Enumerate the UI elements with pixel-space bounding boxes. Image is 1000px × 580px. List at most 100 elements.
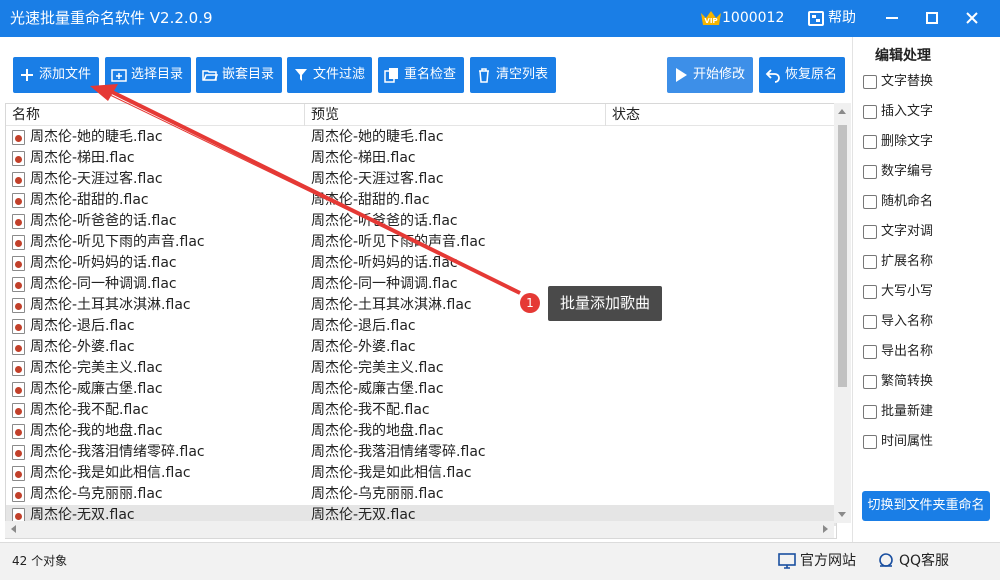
edit-item-11[interactable]: 繁简转换 bbox=[863, 371, 933, 393]
scroll-right-icon[interactable] bbox=[823, 525, 828, 533]
audio-file-icon bbox=[12, 256, 25, 271]
file-name-cell: 周杰伦-甜甜的.flac bbox=[30, 192, 149, 208]
clear-list-label: 清空列表 bbox=[496, 67, 549, 82]
audio-file-icon bbox=[12, 277, 25, 292]
table-row[interactable]: 周杰伦-完美主义.flac 周杰伦-完美主义.flac bbox=[6, 358, 836, 379]
rename-check-button[interactable]: 重名检查 bbox=[378, 57, 464, 93]
edit-item-5[interactable]: 随机命名 bbox=[863, 191, 933, 213]
file-table[interactable]: 名称 预览 状态 周杰伦-她的睫毛.flac 周杰伦-她的睫毛.flac 周杰伦-梯… bbox=[5, 103, 837, 539]
horizontal-scrollbar[interactable] bbox=[5, 521, 834, 538]
scroll-thumb[interactable] bbox=[838, 125, 847, 387]
file-filter-button[interactable]: 文件过滤 bbox=[287, 57, 372, 93]
insert-text-icon bbox=[863, 105, 877, 119]
edit-item-10[interactable]: 导出名称 bbox=[863, 341, 933, 363]
table-row[interactable]: 周杰伦-听爸爸的话.flac 周杰伦-听爸爸的话.flac bbox=[6, 211, 836, 232]
file-name-cell: 周杰伦-天涯过客.flac bbox=[30, 171, 163, 187]
edit-item-label: 大写小写 bbox=[881, 284, 934, 299]
maximize-icon bbox=[926, 12, 938, 24]
maximize-button[interactable] bbox=[912, 0, 952, 37]
scroll-down-icon[interactable] bbox=[838, 512, 846, 517]
user-id[interactable]: 1000012 bbox=[722, 0, 784, 37]
file-name-cell: 周杰伦-听妈妈的话.flac bbox=[30, 255, 177, 271]
file-name-cell: 周杰伦-外婆.flac bbox=[30, 339, 135, 355]
preview-cell: 周杰伦-听爸爸的话.flac bbox=[311, 213, 458, 229]
table-row[interactable]: 周杰伦-我是如此相信.flac 周杰伦-我是如此相信.flac bbox=[6, 463, 836, 484]
batch-create-icon bbox=[863, 405, 877, 419]
table-row[interactable]: 周杰伦-外婆.flac 周杰伦-外婆.flac bbox=[6, 337, 836, 358]
edit-item-label: 插入文字 bbox=[881, 104, 934, 119]
edit-item-7[interactable]: 扩展名称 bbox=[863, 251, 933, 273]
column-status[interactable]: 状态 bbox=[606, 104, 640, 126]
table-row[interactable]: 周杰伦-土耳其冰淇淋.flac 周杰伦-土耳其冰淇淋.flac bbox=[6, 295, 836, 316]
clear-list-button[interactable]: 清空列表 bbox=[470, 57, 556, 93]
preview-cell: 周杰伦-梯田.flac bbox=[311, 150, 416, 166]
table-row[interactable]: 周杰伦-同一种调调.flac 周杰伦-同一种调调.flac bbox=[6, 274, 836, 295]
edit-panel: 编辑处理 文字替换 插入文字 删除文字 数字编号 随机命名 文字对调 扩展名称 大写小写 导入名… bbox=[852, 37, 1000, 542]
close-icon bbox=[966, 12, 978, 24]
svg-text:VIP: VIP bbox=[704, 17, 717, 25]
table-row[interactable]: 周杰伦-她的睫毛.flac 周杰伦-她的睫毛.flac bbox=[6, 127, 836, 148]
switch-folder-rename-button[interactable]: 切换到文件夹重命名 bbox=[862, 491, 990, 521]
object-count: 42 个对象 bbox=[12, 554, 68, 568]
annotation-badge: 1 bbox=[520, 293, 540, 313]
edit-item-label: 导出名称 bbox=[881, 344, 934, 359]
table-row[interactable]: 周杰伦-我不配.flac 周杰伦-我不配.flac bbox=[6, 400, 836, 421]
monitor-icon bbox=[778, 553, 796, 569]
start-modify-button[interactable]: 开始修改 bbox=[667, 57, 753, 93]
edit-item-12[interactable]: 批量新建 bbox=[863, 401, 933, 423]
edit-item-13[interactable]: 时间属性 bbox=[863, 431, 933, 453]
column-name[interactable]: 名称 bbox=[6, 104, 40, 126]
edit-item-label: 文字替换 bbox=[881, 74, 934, 89]
add-file-button[interactable]: 添加文件 bbox=[13, 57, 99, 93]
file-name-cell: 周杰伦-她的睫毛.flac bbox=[30, 129, 163, 145]
table-row[interactable]: 周杰伦-听见下雨的声音.flac 周杰伦-听见下雨的声音.flac bbox=[6, 232, 836, 253]
column-preview[interactable]: 预览 bbox=[305, 104, 339, 126]
file-name-cell: 周杰伦-我不配.flac bbox=[30, 402, 149, 418]
replace-icon bbox=[863, 75, 877, 89]
swap-icon bbox=[863, 225, 877, 239]
file-name-cell: 周杰伦-听见下雨的声音.flac bbox=[30, 234, 205, 250]
case-icon bbox=[863, 285, 877, 299]
audio-file-icon bbox=[12, 361, 25, 376]
edit-item-label: 时间属性 bbox=[881, 434, 934, 449]
table-row[interactable]: 周杰伦-我的地盘.flac 周杰伦-我的地盘.flac bbox=[6, 421, 836, 442]
app-title: 光速批量重命名软件 V2.2.0.9 bbox=[10, 9, 213, 27]
nested-dir-button[interactable]: 嵌套目录 bbox=[196, 57, 282, 93]
import-icon bbox=[863, 315, 877, 329]
official-site-link[interactable]: 官方网站 bbox=[778, 543, 856, 579]
edit-item-4[interactable]: 数字编号 bbox=[863, 161, 933, 183]
restore-name-button[interactable]: 恢复原名 bbox=[759, 57, 845, 93]
select-dir-button[interactable]: 选择目录 bbox=[105, 57, 191, 93]
table-row[interactable]: 周杰伦-乌克丽丽.flac 周杰伦-乌克丽丽.flac bbox=[6, 484, 836, 505]
table-row[interactable]: 周杰伦-天涯过客.flac 周杰伦-天涯过客.flac bbox=[6, 169, 836, 190]
close-button[interactable] bbox=[952, 0, 992, 37]
preview-cell: 周杰伦-我落泪情绪零碎.flac bbox=[311, 444, 486, 460]
edit-item-2[interactable]: 插入文字 bbox=[863, 101, 933, 123]
edit-item-8[interactable]: 大写小写 bbox=[863, 281, 933, 303]
scroll-left-icon[interactable] bbox=[11, 525, 16, 533]
table-row[interactable]: 周杰伦-梯田.flac 周杰伦-梯田.flac bbox=[6, 148, 836, 169]
table-row[interactable]: 周杰伦-听妈妈的话.flac 周杰伦-听妈妈的话.flac bbox=[6, 253, 836, 274]
minimize-button[interactable] bbox=[872, 0, 912, 37]
start-modify-label: 开始修改 bbox=[693, 67, 746, 82]
audio-file-icon bbox=[12, 298, 25, 313]
qq-service-label: QQ客服 bbox=[899, 553, 950, 569]
audio-file-icon bbox=[12, 193, 25, 208]
help-icon[interactable] bbox=[808, 11, 824, 26]
vertical-scrollbar[interactable] bbox=[834, 103, 851, 523]
edit-item-1[interactable]: 文字替换 bbox=[863, 71, 933, 93]
edit-item-6[interactable]: 文字对调 bbox=[863, 221, 933, 243]
preview-cell: 周杰伦-完美主义.flac bbox=[311, 360, 444, 376]
edit-item-9[interactable]: 导入名称 bbox=[863, 311, 933, 333]
edit-item-label: 批量新建 bbox=[881, 404, 934, 419]
table-row[interactable]: 周杰伦-威廉古堡.flac 周杰伦-威廉古堡.flac bbox=[6, 379, 836, 400]
preview-cell: 周杰伦-听见下雨的声音.flac bbox=[311, 234, 486, 250]
help-button[interactable]: 帮助 bbox=[828, 0, 856, 37]
table-row[interactable]: 周杰伦-退后.flac 周杰伦-退后.flac bbox=[6, 316, 836, 337]
qq-service-link[interactable]: QQ客服 bbox=[877, 543, 949, 579]
edit-item-3[interactable]: 删除文字 bbox=[863, 131, 933, 153]
export-icon bbox=[863, 345, 877, 359]
scroll-up-icon[interactable] bbox=[838, 109, 846, 114]
table-row[interactable]: 周杰伦-我落泪情绪零碎.flac 周杰伦-我落泪情绪零碎.flac bbox=[6, 442, 836, 463]
table-row[interactable]: 周杰伦-甜甜的.flac 周杰伦-甜甜的.flac bbox=[6, 190, 836, 211]
